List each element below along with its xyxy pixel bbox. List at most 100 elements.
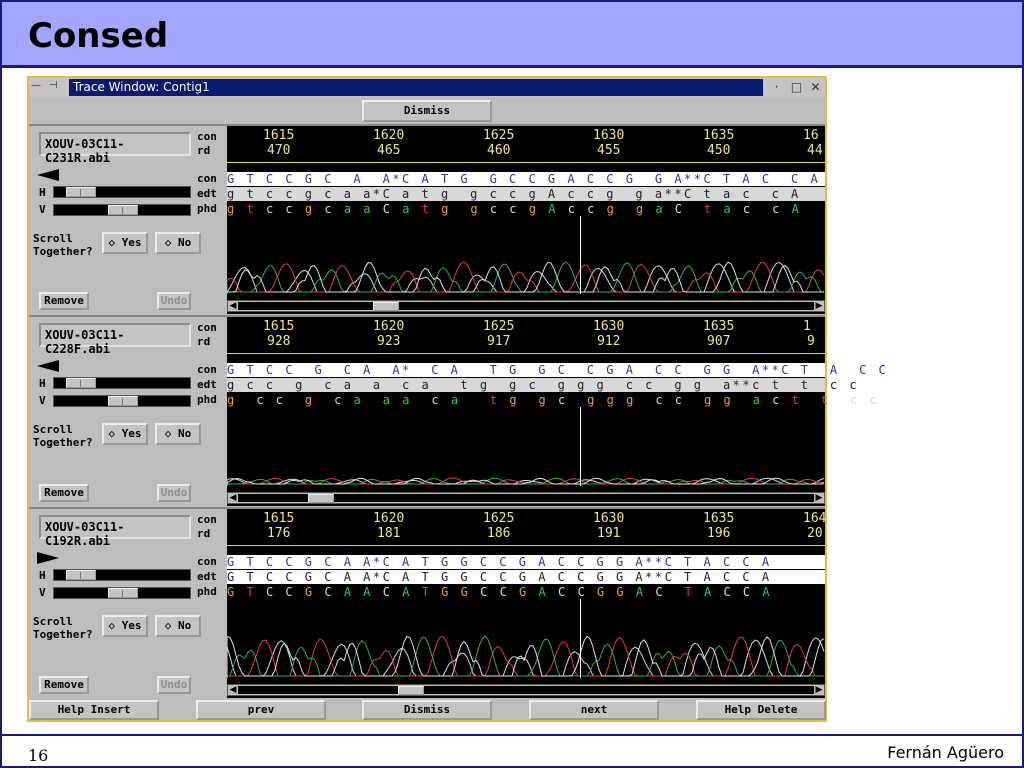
author-name: Fernán Agüero (887, 743, 1004, 762)
phred-sequence[interactable]: g c c g c a a a c a t g g c g g g c c g … (227, 393, 877, 407)
h-slider[interactable] (53, 186, 191, 198)
v-slider[interactable] (53, 395, 191, 407)
edited-sequence[interactable]: g t c c g c a a*C a t g g c c g A c c g … (227, 187, 825, 201)
consensus-sequence[interactable]: G T C C G C A A* C A T G G C C G A C C G… (227, 363, 886, 377)
remove-button[interactable]: Remove (39, 484, 89, 502)
h-label: H (39, 377, 46, 390)
edited-sequence[interactable]: G T C C G C A A*C A T G G C C G A C C G … (227, 570, 825, 584)
trace-curve (227, 477, 824, 486)
slide-header: Consed (0, 0, 1024, 68)
rd-position: 44 (807, 143, 823, 158)
dismiss-top-button[interactable]: Dismiss (362, 100, 492, 122)
next-button[interactable]: next (529, 700, 659, 720)
read-name-field[interactable]: XOUV-03C11-C192R.abi (39, 515, 191, 548)
horizontal-scrollbar[interactable]: ◀ ▶ (227, 492, 825, 504)
trace-pane: XOUV-03C11-C231R.abi H V con rd con edt … (29, 124, 825, 314)
con-label: con (197, 321, 217, 334)
slider-thumb[interactable] (66, 378, 96, 388)
read-name-field[interactable]: XOUV-03C11-C231R.abi (39, 132, 191, 165)
read-name-field[interactable]: XOUV-03C11-C228F.abi (39, 323, 191, 356)
undo-button[interactable]: Undo (157, 676, 191, 694)
trace-window: — ⊣ Trace Window: Contig1 · □ ✕ Dismiss … (27, 76, 886, 722)
minimize-icon[interactable]: · (769, 80, 784, 94)
edt-label: edt (197, 570, 217, 583)
prev-button[interactable]: prev (196, 700, 326, 720)
scroll-left-icon[interactable]: ◀ (228, 685, 238, 695)
scroll-label: Scroll (33, 232, 73, 245)
edited-sequence[interactable]: g c c g c a a c a t g g c g g g c c g g … (227, 378, 857, 392)
arrow-left-icon[interactable] (35, 359, 61, 373)
phd-label: phd (197, 202, 217, 215)
horizontal-scrollbar[interactable]: ◀ ▶ (227, 684, 825, 696)
chromatogram-trace (227, 261, 825, 294)
undo-button[interactable]: Undo (157, 484, 191, 502)
scroll-thumb[interactable] (308, 494, 334, 503)
scroll-no-radio[interactable]: ◇ No (155, 615, 201, 637)
no-label: No (178, 427, 192, 440)
v-slider[interactable] (53, 204, 191, 216)
no-label: No (178, 236, 192, 249)
slider-thumb[interactable] (108, 205, 138, 215)
scroll-right-icon[interactable]: ▶ (814, 493, 824, 503)
h-label: H (39, 186, 46, 199)
dismiss-bottom-button[interactable]: Dismiss (362, 700, 492, 720)
arrow-left-icon[interactable] (35, 168, 61, 182)
help-insert-button[interactable]: Help Insert (29, 700, 159, 720)
slider-thumb[interactable] (108, 588, 138, 598)
trace-view[interactable]: 1615 1620 1625 1630 1635 1 928 923 917 912 907 9 G… (227, 317, 886, 506)
slider-thumb[interactable] (66, 570, 96, 580)
con-position: 1615 (263, 511, 295, 526)
slider-thumb[interactable] (66, 187, 96, 197)
scroll-thumb[interactable] (398, 686, 424, 695)
con-position: 1625 (483, 319, 515, 334)
trace-view[interactable]: 1615 1620 1625 1630 1635 16 470 465 460 455 450 44… (227, 126, 825, 314)
scroll-thumb[interactable] (373, 302, 399, 311)
scroll-yes-radio[interactable]: ◇ Yes (102, 232, 148, 254)
scroll-no-radio[interactable]: ◇ No (155, 232, 201, 254)
remove-button[interactable]: Remove (39, 676, 89, 694)
con-label: con (197, 130, 217, 143)
consensus-sequence[interactable]: G T C C G C A A*C A T G G C C G A C C G … (227, 172, 825, 186)
rd-position: 176 (267, 526, 291, 541)
ruler-line (227, 353, 825, 354)
h-slider[interactable] (53, 569, 191, 581)
rd-position: 465 (377, 143, 401, 158)
maximize-icon[interactable]: □ (789, 80, 804, 94)
phred-sequence[interactable]: G T C C G C A A C A T G G C C G A C C G … (227, 585, 825, 599)
con-position: 1630 (593, 319, 625, 334)
rd-position: 455 (597, 143, 621, 158)
v-slider[interactable] (53, 587, 191, 599)
window-menu-icon[interactable]: — (31, 80, 45, 94)
scroll-no-radio[interactable]: ◇ No (155, 423, 201, 445)
pin-icon[interactable]: ⊣ (49, 80, 63, 94)
undo-button[interactable]: Undo (157, 292, 191, 310)
rd-label: rd (197, 527, 211, 540)
horizontal-scrollbar[interactable]: ◀ ▶ (227, 300, 825, 312)
arrow-right-icon[interactable] (35, 551, 61, 565)
trace-view[interactable]: 1615 1620 1625 1630 1635 164 176 181 186 191 196 2… (227, 509, 826, 698)
remove-button[interactable]: Remove (39, 292, 89, 310)
scroll-yes-radio[interactable]: ◇ Yes (102, 615, 148, 637)
scroll-right-icon[interactable]: ▶ (814, 301, 824, 311)
phred-sequence[interactable]: g t c c g c a a C a t g g c c g A c c g … (227, 202, 825, 216)
edt-label: edt (197, 378, 217, 391)
consensus-sequence[interactable]: G T C C G C A A*C A T G G C C G A C C G … (227, 555, 825, 569)
scroll-right-icon[interactable]: ▶ (814, 685, 824, 695)
close-icon[interactable]: ✕ (808, 80, 823, 94)
rd-position: 917 (487, 334, 511, 349)
rd-label: rd (197, 144, 211, 157)
position-ruler: 1615 1620 1625 1630 1635 1 928 923 917 912 907 9 (227, 317, 825, 355)
scroll-yes-radio[interactable]: ◇ Yes (102, 423, 148, 445)
con-label: con (197, 513, 217, 526)
con-position: 1615 (263, 319, 295, 334)
slider-thumb[interactable] (108, 396, 138, 406)
scroll-left-icon[interactable]: ◀ (228, 301, 238, 311)
h-slider[interactable] (53, 377, 191, 389)
con-position: 1635 (703, 511, 735, 526)
ruler-line (227, 545, 825, 546)
scroll-left-icon[interactable]: ◀ (228, 493, 238, 503)
con-position: 1620 (373, 319, 405, 334)
con-position: 1 (803, 319, 811, 334)
chromatogram-trace (227, 635, 825, 678)
help-delete-button[interactable]: Help Delete (696, 700, 826, 720)
